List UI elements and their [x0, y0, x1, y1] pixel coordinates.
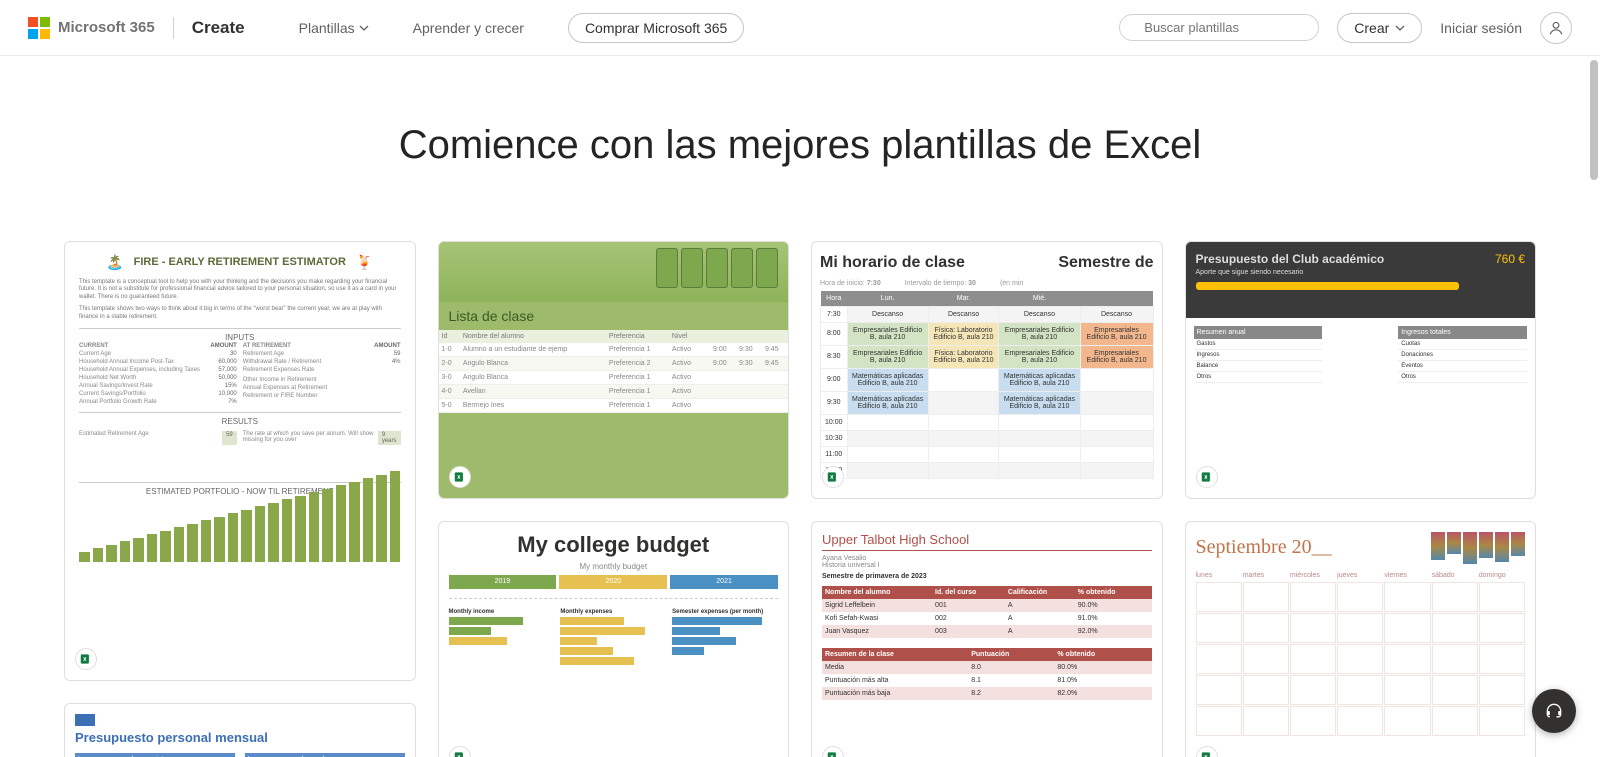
create-dropdown[interactable]: Crear: [1337, 13, 1422, 43]
excel-badge: [1196, 466, 1218, 488]
personal-title: Presupuesto personal mensual: [75, 730, 405, 745]
excel-badge: [75, 648, 97, 670]
help-fab-button[interactable]: [1532, 689, 1576, 733]
thumb: Septiembre 20__ lunesmartesmiércolesjuev…: [1186, 522, 1536, 757]
template-card-college-budget[interactable]: My college budget My monthly budget 2019…: [438, 521, 790, 757]
thumb: Mi horario de claseSemestre de Hora de i…: [812, 242, 1162, 498]
sec-inputs: INPUTS: [79, 328, 401, 342]
thumb: My college budget My monthly budget 2019…: [439, 522, 789, 757]
page-title: Comience con las mejores plantillas de E…: [0, 83, 1600, 214]
thumb: Presupuesto personal mensual Ingresos me…: [65, 704, 415, 757]
palm-icon: 🏝️: [106, 254, 123, 271]
microsoft-logo-icon: [28, 17, 50, 39]
ms365-logo[interactable]: Microsoft 365: [28, 17, 155, 39]
template-card-personal-budget[interactable]: Presupuesto personal mensual Ingresos me…: [64, 703, 416, 757]
template-card-talbot[interactable]: Upper Talbot High School Ayana Vesalio H…: [811, 521, 1163, 757]
thumb: 🏝️ FIRE - EARLY RETIREMENT ESTIMATOR 🍹 T…: [65, 242, 415, 680]
nav-learn[interactable]: Aprender y crecer: [413, 20, 524, 36]
talbot-title: Upper Talbot High School: [822, 532, 1152, 551]
nav-templates-dropdown[interactable]: Plantillas: [299, 20, 369, 36]
search-box[interactable]: [1119, 14, 1319, 41]
template-card-september-cal[interactable]: Septiembre 20__ lunesmartesmiércolesjuev…: [1185, 521, 1537, 757]
top-nav-bar: Microsoft 365 Create Plantillas Aprender…: [0, 0, 1600, 56]
sept-title: Septiembre 20__: [1196, 536, 1332, 559]
account-avatar[interactable]: [1540, 12, 1572, 44]
template-gallery: 🏝️ FIRE - EARLY RETIREMENT ESTIMATOR 🍹 T…: [0, 241, 1600, 757]
thumb: Upper Talbot High School Ayana Vesalio H…: [812, 522, 1162, 757]
create-dd-label: Crear: [1354, 20, 1389, 36]
create-brand[interactable]: Create: [192, 18, 245, 38]
person-icon: [1547, 19, 1565, 37]
brand-text: Microsoft 365: [58, 19, 155, 36]
signin-link[interactable]: Iniciar sesión: [1440, 20, 1522, 36]
accent-icon: [75, 714, 95, 726]
chevron-down-icon: [1395, 23, 1405, 33]
template-card-lista-clase[interactable]: Lista de clase IdNombre del alumnoPrefer…: [438, 241, 790, 499]
nav-templates-label: Plantillas: [299, 20, 355, 36]
thumb: 760 € Presupuesto del Club académico Apo…: [1186, 242, 1536, 498]
drink-icon: 🍹: [356, 254, 373, 271]
template-card-club-budget[interactable]: 760 € Presupuesto del Club académico Apo…: [1185, 241, 1537, 499]
headset-icon: [1544, 701, 1564, 721]
thumb: Lista de clase IdNombre del alumnoPrefer…: [439, 242, 789, 498]
club-bar-chart: [1330, 326, 1390, 396]
search-input[interactable]: [1142, 19, 1322, 36]
cityscape-icon: [1431, 532, 1525, 564]
excel-badge: [449, 466, 471, 488]
chevron-down-icon: [359, 23, 369, 33]
college-title: My college budget: [449, 532, 779, 558]
fire-title: FIRE - EARLY RETIREMENT ESTIMATOR: [134, 256, 346, 268]
horario-title: Mi horario de clase: [820, 254, 965, 272]
club-title: Presupuesto del Club académico: [1196, 252, 1526, 266]
excel-badge: [822, 466, 844, 488]
divider: [173, 17, 174, 39]
scrollbar[interactable]: [1590, 60, 1598, 180]
sec-results: RESULTS: [79, 412, 401, 426]
lista-title: Lista de clase: [439, 302, 789, 330]
template-card-horario[interactable]: Mi horario de claseSemestre de Hora de i…: [811, 241, 1163, 499]
template-card-fire[interactable]: 🏝️ FIRE - EARLY RETIREMENT ESTIMATOR 🍹 T…: [64, 241, 416, 681]
fire-bar-chart: [79, 502, 401, 562]
buy-m365-button[interactable]: Comprar Microsoft 365: [568, 13, 744, 43]
